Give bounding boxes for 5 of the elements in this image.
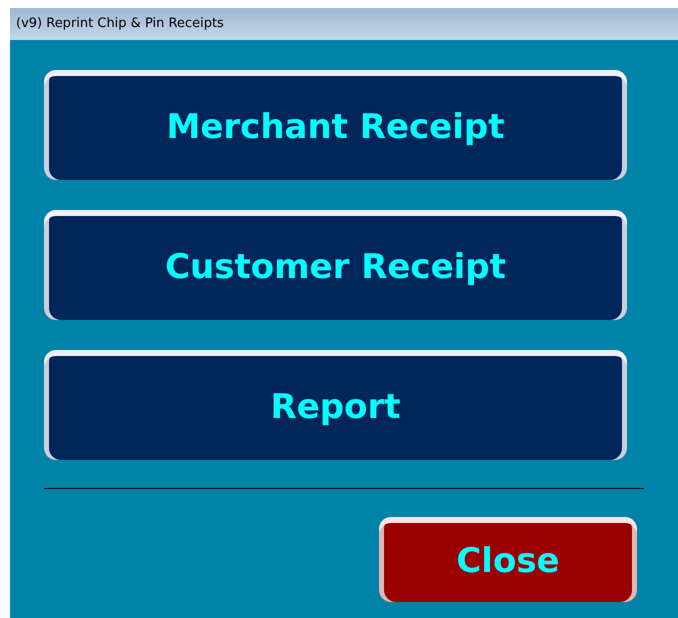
window-title: (v9) Reprint Chip & Pin Receipts — [16, 15, 224, 34]
receipt-button[interactable]: Merchant Receipt — [44, 70, 627, 180]
receipt-button[interactable]: Report — [44, 350, 627, 460]
close-button[interactable]: Close — [379, 517, 637, 602]
receipt-button[interactable]: Customer Receipt — [44, 210, 627, 320]
